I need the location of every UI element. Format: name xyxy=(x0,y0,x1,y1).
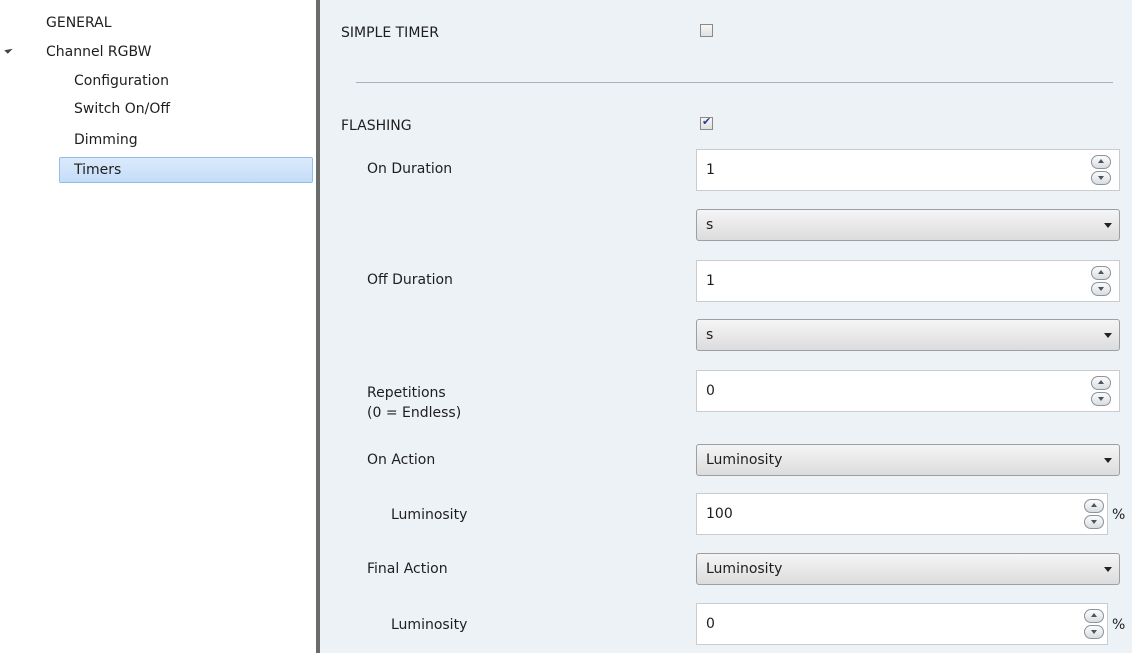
repetitions-stepper[interactable] xyxy=(1091,376,1111,406)
off-duration-unit-value: s xyxy=(706,327,714,343)
final-luminosity-unit: % xyxy=(1112,617,1126,633)
dropdown-arrow-icon xyxy=(1104,333,1112,338)
on-luminosity-stepper[interactable] xyxy=(1084,499,1104,529)
final-action-label: Final Action xyxy=(367,561,448,577)
stepper-down-icon[interactable] xyxy=(1091,282,1111,296)
on-luminosity-label: Luminosity xyxy=(391,507,468,523)
parameter-tree: GENERAL Channel RGBW Configuration Switc… xyxy=(0,0,316,653)
simple-timer-label: SIMPLE TIMER xyxy=(341,25,439,41)
on-action-select[interactable]: Luminosity xyxy=(696,444,1120,476)
final-action-value: Luminosity xyxy=(706,561,783,577)
flashing-label: FLASHING xyxy=(341,118,412,134)
final-luminosity-stepper[interactable] xyxy=(1084,609,1104,639)
tree-item-channel-rgbw[interactable]: Channel RGBW xyxy=(46,41,151,63)
tree-item-timers[interactable]: Timers xyxy=(74,159,121,181)
off-duration-label: Off Duration xyxy=(367,272,453,288)
stepper-up-icon[interactable] xyxy=(1091,155,1111,169)
on-duration-unit-value: s xyxy=(706,217,714,233)
on-duration-input[interactable]: 1 xyxy=(696,149,1120,191)
final-luminosity-label: Luminosity xyxy=(391,617,468,633)
on-duration-stepper[interactable] xyxy=(1091,155,1111,185)
off-duration-stepper[interactable] xyxy=(1091,266,1111,296)
on-luminosity-input[interactable]: 100 xyxy=(696,493,1108,535)
on-action-value: Luminosity xyxy=(706,452,783,468)
flashing-checkbox[interactable] xyxy=(700,115,713,130)
repetitions-input[interactable]: 0 xyxy=(696,370,1120,412)
collapse-arrow-icon[interactable] xyxy=(4,45,13,54)
repetitions-label: Repetitions xyxy=(367,385,446,401)
section-separator xyxy=(356,82,1113,83)
dropdown-arrow-icon xyxy=(1104,567,1112,572)
on-action-label: On Action xyxy=(367,452,436,468)
final-action-select[interactable]: Luminosity xyxy=(696,553,1120,585)
stepper-up-icon[interactable] xyxy=(1091,266,1111,280)
stepper-down-icon[interactable] xyxy=(1084,515,1104,529)
stepper-down-icon[interactable] xyxy=(1091,171,1111,185)
tree-item-general[interactable]: GENERAL xyxy=(46,12,112,34)
off-duration-unit-select[interactable]: s xyxy=(696,319,1120,351)
on-luminosity-unit: % xyxy=(1112,507,1126,523)
stepper-down-icon[interactable] xyxy=(1091,392,1111,406)
stepper-down-icon[interactable] xyxy=(1084,625,1104,639)
dropdown-arrow-icon xyxy=(1104,223,1112,228)
repetitions-hint: (0 = Endless) xyxy=(367,405,462,421)
tree-item-switch-on-off[interactable]: Switch On/Off xyxy=(74,98,170,120)
off-duration-input[interactable]: 1 xyxy=(696,260,1120,302)
stepper-up-icon[interactable] xyxy=(1084,609,1104,623)
stepper-up-icon[interactable] xyxy=(1091,376,1111,390)
simple-timer-checkbox[interactable] xyxy=(700,24,713,37)
tree-item-configuration[interactable]: Configuration xyxy=(74,70,169,92)
final-luminosity-input[interactable]: 0 xyxy=(696,603,1108,645)
on-duration-unit-select[interactable]: s xyxy=(696,209,1120,241)
on-duration-label: On Duration xyxy=(367,161,453,177)
stepper-up-icon[interactable] xyxy=(1084,499,1104,513)
tree-item-dimming[interactable]: Dimming xyxy=(74,129,138,151)
dropdown-arrow-icon xyxy=(1104,458,1112,463)
